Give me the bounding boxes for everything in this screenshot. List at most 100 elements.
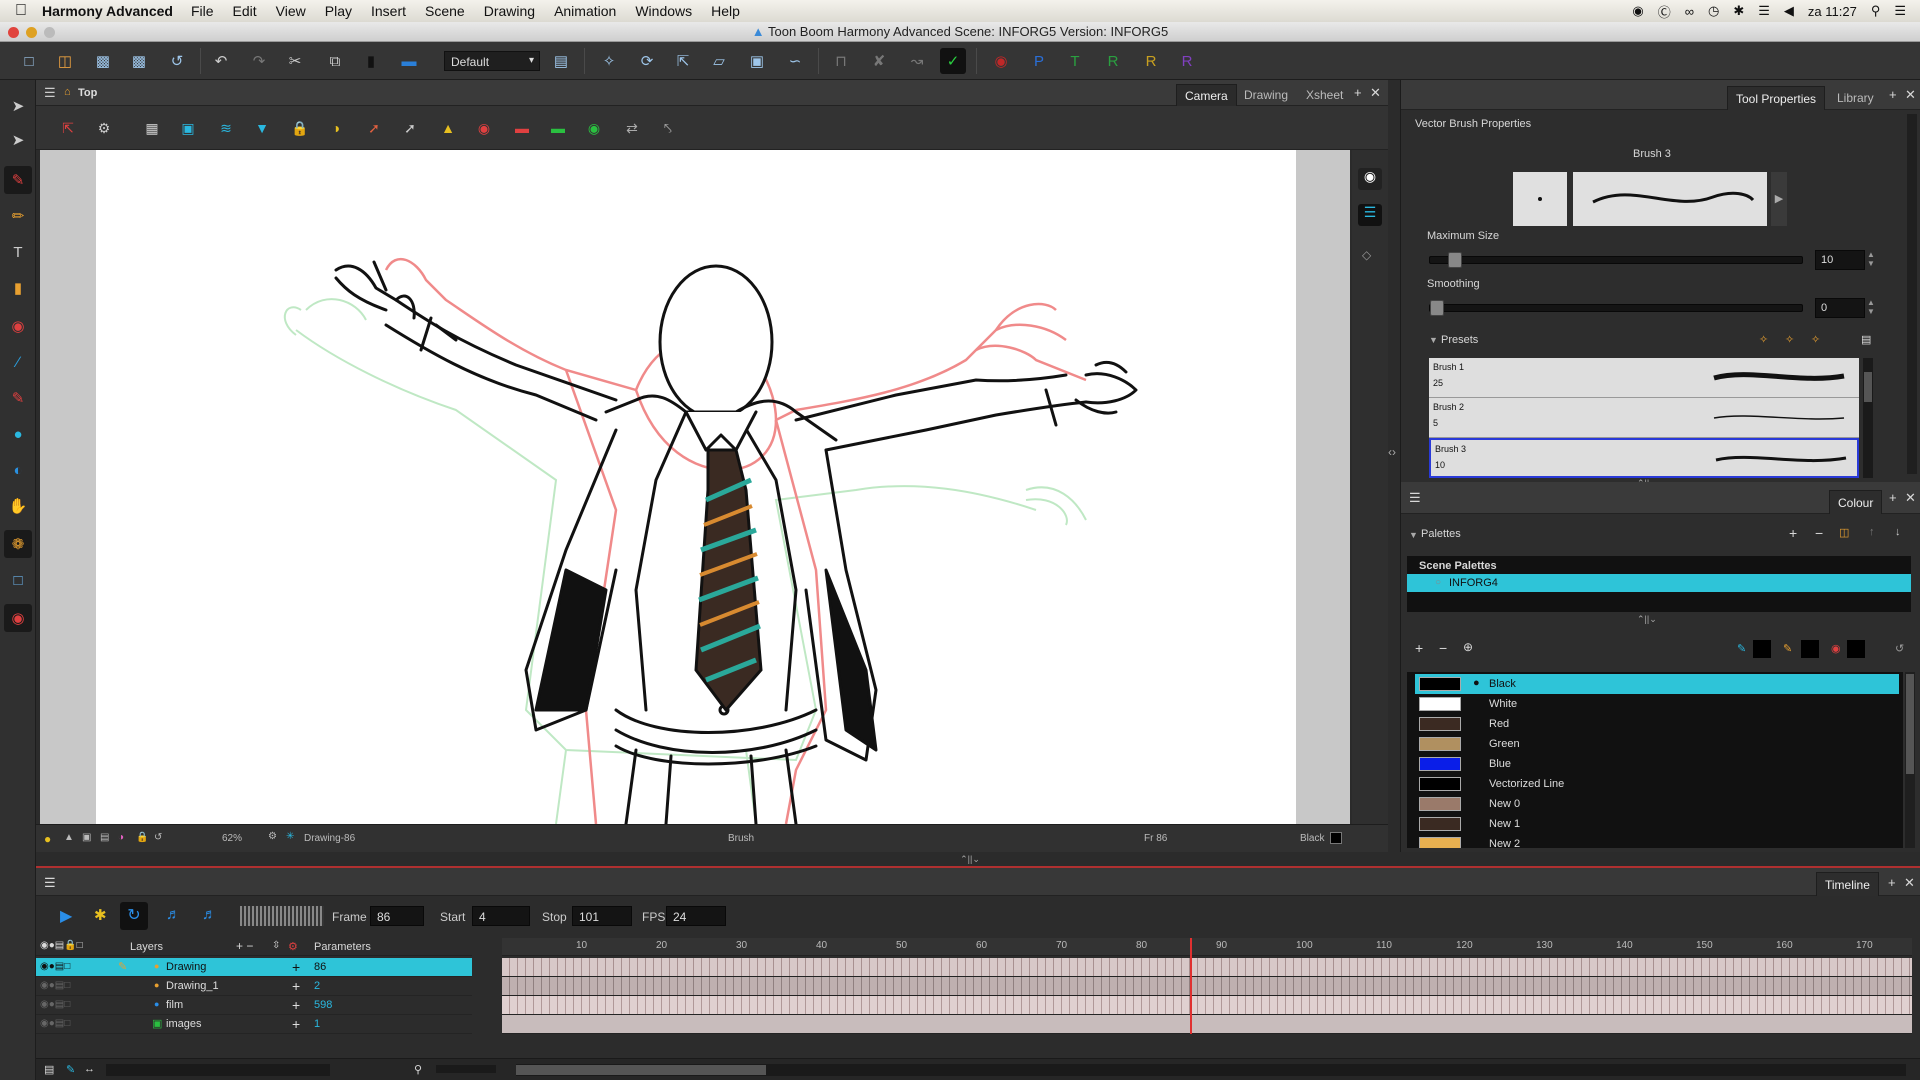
link-colours-icon[interactable]: ↺ xyxy=(1895,642,1904,655)
rotate-icon[interactable]: ⟳ xyxy=(634,48,660,74)
mask-icon[interactable]: ◑ xyxy=(118,832,124,843)
save-as-icon[interactable]: ▩ xyxy=(126,48,152,74)
onion-reduce-icon[interactable]: ▬ xyxy=(510,116,534,140)
remove-colour-icon[interactable]: − xyxy=(1439,640,1447,656)
layer-name[interactable]: images xyxy=(166,1018,201,1030)
line-colour-swatch[interactable] xyxy=(1753,640,1771,658)
bluetooth-icon[interactable]: ✱ xyxy=(1733,3,1744,19)
swatch-row[interactable]: New 0 xyxy=(1415,794,1899,814)
show-strokes-icon[interactable]: ▲ xyxy=(436,116,460,140)
preset-item[interactable]: Brush 3 10 xyxy=(1429,438,1859,478)
rename-preset-icon[interactable]: ✧ xyxy=(1785,333,1794,346)
swatch-row[interactable]: New 2 xyxy=(1415,834,1899,848)
start-field[interactable]: 4 xyxy=(472,906,530,926)
onion-add-next-icon[interactable]: ▬ xyxy=(546,116,570,140)
maintain-size-icon[interactable]: ▣ xyxy=(744,48,770,74)
reset-view-icon[interactable]: ⇱ xyxy=(56,116,80,140)
pivot-tool-icon[interactable]: ● xyxy=(4,420,32,448)
menu-insert[interactable]: Insert xyxy=(371,3,406,19)
undo-icon[interactable]: ↶ xyxy=(208,48,234,74)
exposure-track[interactable] xyxy=(502,1015,1912,1034)
close-window-button[interactable] xyxy=(8,27,19,38)
bone-icon[interactable]: ✘ xyxy=(866,48,892,74)
reset-transform-icon[interactable]: T xyxy=(1062,48,1088,74)
frame-ruler[interactable]: 10 20 30 40 50 60 70 80 90 100 110 120 130 140 150 160 1… xyxy=(502,938,1912,956)
pencil-tool-icon[interactable]: ✏ xyxy=(4,202,32,230)
tab-library[interactable]: Library xyxy=(1829,86,1882,110)
swatch-row[interactable]: White xyxy=(1415,694,1899,714)
max-size-slider[interactable] xyxy=(1429,252,1803,268)
dropper-tool-icon[interactable]: ✎ xyxy=(4,384,32,412)
splitter-handle-icon[interactable]: ⌃||⌄ xyxy=(1637,614,1657,625)
wifi-icon[interactable]: ☰ xyxy=(1758,3,1770,19)
preset-item[interactable]: Brush 1 25 xyxy=(1429,358,1859,398)
settings-icon[interactable]: ⚙ xyxy=(268,831,277,842)
layer-row[interactable]: ◉●▤□ ● Drawing_1 + 2 xyxy=(36,977,472,996)
play-selection-icon[interactable]: ✱ xyxy=(94,906,107,924)
view-menu-icon[interactable]: ☰ xyxy=(44,85,56,101)
clock[interactable]: za 11:27 xyxy=(1808,4,1857,19)
reset-position-icon[interactable]: P xyxy=(1026,48,1052,74)
smoothing-slider-knob[interactable] xyxy=(1430,300,1444,316)
swatch-scrollbar[interactable] xyxy=(1905,672,1915,848)
zoom-level[interactable]: 62% xyxy=(222,833,242,844)
menu-windows[interactable]: Windows xyxy=(635,3,692,19)
settings-icon[interactable]: ⚙ xyxy=(92,116,116,140)
light-icon[interactable]: ● xyxy=(44,832,51,846)
hand-tool-icon[interactable]: ✋ xyxy=(4,492,32,520)
add-palette-icon[interactable]: + xyxy=(1789,525,1797,541)
auto-light-table-icon[interactable]: ◑ xyxy=(324,116,348,140)
timeline-settings-icon[interactable]: ▤ xyxy=(44,1063,54,1076)
breadcrumb[interactable]: Top xyxy=(78,87,97,99)
smoothing-slider[interactable] xyxy=(1429,300,1803,316)
frames-scrollbar[interactable] xyxy=(516,1064,1906,1076)
max-size-field[interactable]: 10 xyxy=(1815,250,1865,270)
scale-icon[interactable]: ⇱ xyxy=(670,48,696,74)
copy-icon[interactable]: ⧉ xyxy=(322,48,348,74)
panel-menu-icon[interactable]: ☰ xyxy=(1409,490,1421,506)
smoothing-field[interactable]: 0 xyxy=(1815,298,1865,318)
add-layer-icon[interactable]: + − xyxy=(236,939,253,953)
exposure-track[interactable] xyxy=(502,958,1912,977)
expand-params-icon[interactable]: + xyxy=(292,997,300,1013)
cutter-tool-icon[interactable]: □ xyxy=(4,566,32,594)
drawing-canvas[interactable] xyxy=(96,150,1296,824)
layer-toggles-icon[interactable]: ◉●▤□ xyxy=(40,961,70,972)
kinematic-output-icon[interactable]: ✓ xyxy=(940,48,966,74)
apple-icon[interactable]:  xyxy=(0,2,42,20)
onion-previous-icon[interactable]: ◉ xyxy=(472,116,496,140)
skype-icon[interactable]: Ⓒ xyxy=(1658,2,1671,21)
menu-animation[interactable]: Animation xyxy=(554,3,616,19)
close-panel-icon[interactable]: ✕ xyxy=(1905,87,1916,103)
move-palette-down-icon[interactable]: ↓ xyxy=(1895,526,1901,538)
preset-menu-icon[interactable]: ▤ xyxy=(1861,333,1871,346)
redo-icon[interactable]: ↷ xyxy=(246,48,272,74)
presets-collapse-icon[interactable]: ▼ xyxy=(1429,335,1438,345)
layer-name[interactable]: film xyxy=(166,999,183,1011)
exposure-track[interactable] xyxy=(502,996,1912,1015)
smoothing-stepper-icon[interactable]: ▲ ▼ xyxy=(1867,298,1875,316)
menu-scene[interactable]: Scene xyxy=(425,3,465,19)
sound-scrubbing-icon[interactable]: ♬ xyxy=(202,906,217,923)
layer-row[interactable]: ◉●▤□ ✎ ● Drawing + 86 xyxy=(36,958,472,977)
expand-brush-icon[interactable]: ▶ xyxy=(1771,172,1787,226)
reset-all-icon[interactable]: ◉ xyxy=(988,48,1014,74)
notification-center-icon[interactable]: ☰ xyxy=(1894,3,1906,19)
line-colour-icon[interactable]: ✎ xyxy=(1737,642,1746,655)
spline-offset-icon[interactable]: ∽ xyxy=(782,48,808,74)
playback-speed-slider[interactable] xyxy=(240,906,324,926)
layer-toggles-icon[interactable]: ◉●▤□ xyxy=(40,999,70,1010)
frame-field[interactable]: 86 xyxy=(370,906,424,926)
layer-name[interactable]: Drawing_1 xyxy=(166,980,219,992)
layer-name[interactable]: Drawing xyxy=(166,961,206,973)
tab-timeline[interactable]: Timeline xyxy=(1816,872,1879,896)
open-scene-icon[interactable]: ◫ xyxy=(52,48,78,74)
add-panel-icon[interactable]: + xyxy=(1889,87,1897,102)
zoom-window-button[interactable] xyxy=(44,27,55,38)
onion-next-icon[interactable]: ◉ xyxy=(582,116,606,140)
app-menu[interactable]: Harmony Advanced xyxy=(42,3,173,19)
menu-view[interactable]: View xyxy=(276,3,306,19)
add-panel-icon[interactable]: + xyxy=(1889,490,1897,505)
lock-status-icon[interactable]: 🔒 xyxy=(136,832,148,843)
paint-bucket-icon[interactable]: ◉ xyxy=(4,312,32,340)
